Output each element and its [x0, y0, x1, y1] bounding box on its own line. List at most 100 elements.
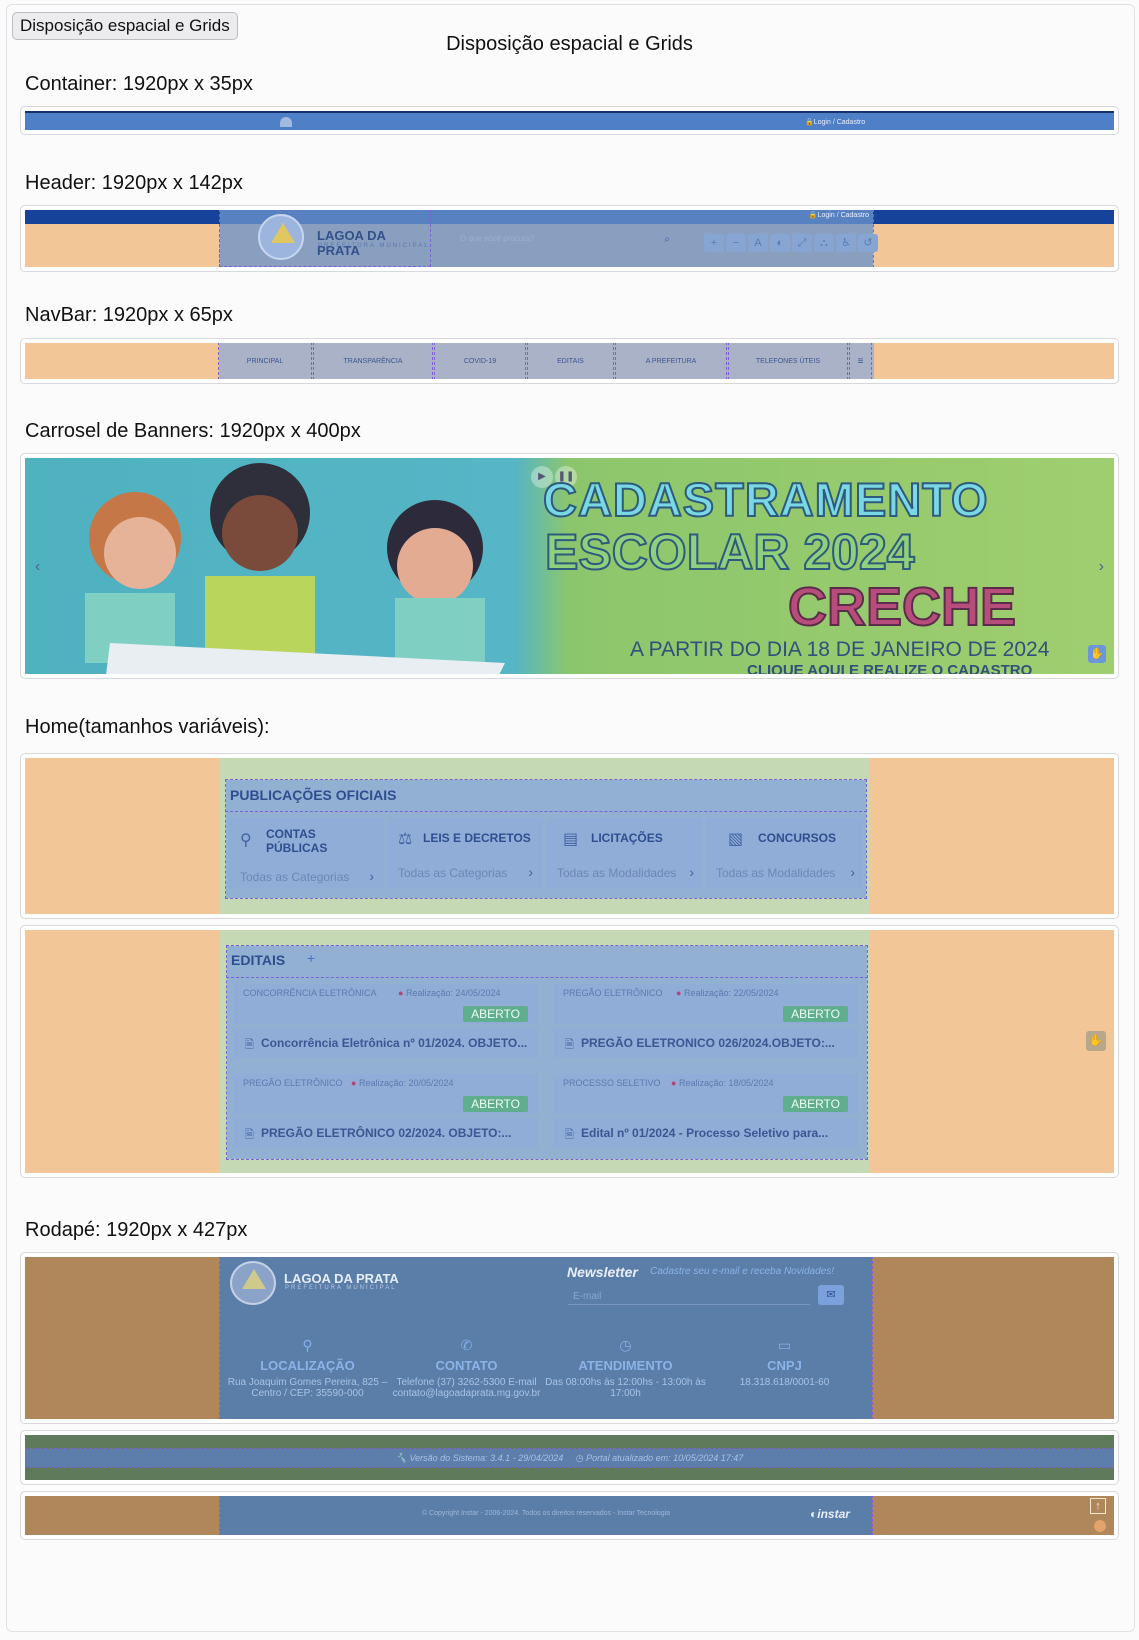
document-icon: ▤	[563, 831, 579, 848]
footer-main-preview: LAGOA DA PRATA PREFEITURA MUNICIPAL News…	[25, 1257, 1114, 1419]
font-decrease-icon[interactable]: −	[726, 234, 746, 252]
login-link[interactable]: Login	[814, 119, 831, 126]
footer-crest-logo	[230, 1261, 276, 1305]
banner-slide[interactable]: ▶ ❚❚ CADASTRAMENTO ESCOLAR 2024 CRECHE A…	[25, 458, 1114, 674]
page-title: Disposição espacial e Grids	[446, 33, 693, 55]
status-dot-icon: ●	[676, 988, 682, 998]
footer-copyright-frame: © Copyright Instar - 2006-2024. Todos os…	[20, 1491, 1119, 1540]
link-todas-categorias[interactable]: Todas as Categorias	[240, 870, 349, 884]
envelope-icon: ✉	[826, 1289, 836, 1301]
header-grid-column: 🔒Login / Cadastro LAGOA DA PRATA PREFEIT…	[219, 210, 878, 267]
banner-children-illustration	[85, 463, 505, 674]
accessibility-icon[interactable]: ♿	[836, 234, 856, 252]
editais-panel: EDITAIS + CONCORRÊNCIA ELETRÔNICA ● Real…	[226, 945, 868, 1160]
footer-version-bar: 🔧 Versão do Sistema: 3.4.1 - 29/04/2024 …	[25, 1448, 1114, 1468]
crest-triangle-icon	[242, 1269, 266, 1289]
chevron-right-icon: ›	[689, 864, 694, 880]
navbar-preview: PRINCIPAL TRANSPARÊNCIA COVID-19 EDITAIS…	[25, 343, 1114, 379]
header-brand-sub: PREFEITURA MUNICIPAL	[318, 243, 430, 249]
edital-link[interactable]: 🗎 PREGÃO ELETRÔNICO 02/2024. OBJETO:...	[233, 1118, 538, 1148]
link-todas-modalidades[interactable]: Todas as Modalidades	[557, 866, 676, 880]
status-badge: ABERTO	[783, 1006, 848, 1022]
font-reset-icon[interactable]: A	[748, 234, 768, 252]
add-edital-button[interactable]: +	[307, 950, 315, 966]
publicacoes-grid-column: PUBLICAÇÕES OFICIAIS ⚲ CONTAS PÚBLICAS T…	[220, 758, 870, 914]
navbar-frame: PRINCIPAL TRANSPARÊNCIA COVID-19 EDITAIS…	[20, 338, 1119, 384]
nav-item-telefones[interactable]: TELEFONES ÚTEIS	[728, 343, 848, 379]
crest-triangle-icon	[271, 223, 295, 243]
banner-line-1: CADASTRAMENTO	[542, 472, 989, 527]
card-licitacoes[interactable]: ▤ LICITAÇÕES Todas as Modalidades ›	[547, 818, 702, 888]
cadastro-link[interactable]: Cadastro	[837, 119, 865, 126]
id-card-icon: ▭	[777, 1337, 792, 1353]
footer-cnpj: ▭ CNPJ 18.318.618/0001-60	[702, 1337, 867, 1388]
publicacoes-title: PUBLICAÇÕES OFICIAIS	[230, 787, 397, 803]
carousel-prev-icon[interactable]: ‹	[35, 558, 40, 576]
chevron-right-icon: ›	[369, 868, 374, 884]
instar-logo[interactable]: ◐instar	[810, 1507, 850, 1521]
logo-peek-icon	[280, 117, 292, 127]
edital-item[interactable]: PREGÃO ELETRÔNICO ● Realização: 22/05/20…	[553, 984, 858, 1024]
copyright-text: © Copyright Instar - 2006-2024. Todos os…	[421, 1510, 671, 1517]
card-contas-publicas[interactable]: ⚲ CONTAS PÚBLICAS Todas as Categorias ›	[228, 818, 384, 888]
banner-line-3: CRECHE	[787, 576, 1017, 638]
file-icon: 🗎	[565, 1129, 574, 1141]
edital-link[interactable]: 🗎 Edital nº 01/2024 - Processo Seletivo …	[553, 1118, 858, 1148]
newsletter-email-input[interactable]: E-mail	[568, 1285, 810, 1305]
section-label-container: Container: 1920px x 35px	[25, 73, 253, 95]
menu-icon[interactable]: ≡	[849, 343, 872, 379]
footer-brand-sub: PREFEITURA MUNICIPAL	[285, 1285, 397, 1291]
status-dot-icon: ●	[351, 1078, 357, 1088]
editais-frame: EDITAIS + CONCORRÊNCIA ELETRÔNICA ● Real…	[20, 925, 1119, 1178]
wrench-icon: 🔧	[395, 1453, 407, 1463]
footer-localizacao: ⚲ LOCALIZAÇÃO Rua Joaquim Gomes Pereira,…	[225, 1337, 390, 1399]
nav-item-editais[interactable]: EDITAIS	[527, 343, 614, 379]
file-icon: 🗎	[565, 1039, 574, 1051]
newsletter-submit-button[interactable]: ✉	[818, 1285, 844, 1305]
status-badge: ABERTO	[463, 1096, 528, 1112]
carousel-next-icon[interactable]: ›	[1099, 558, 1104, 576]
banner-line-5: CLIQUE AQUI E REALIZE O CADASTRO	[747, 662, 1033, 674]
font-increase-icon[interactable]: +	[704, 234, 724, 252]
edital-item[interactable]: PREGÃO ELETRÔNICO ● Realização: 20/05/20…	[233, 1074, 538, 1114]
container-frame: 🔒Login / Cadastro	[20, 106, 1119, 135]
gavel-icon: ⚖	[398, 831, 413, 848]
section-label-home: Home(tamanhos variáveis):	[25, 716, 270, 738]
nav-item-prefeitura[interactable]: A PREFEITURA	[615, 343, 727, 379]
vlibras-icon[interactable]: ✋	[1088, 645, 1106, 663]
edital-link[interactable]: 🗎 PREGÃO ELETRONICO 026/2024.OBJETO:...	[553, 1028, 858, 1058]
certificate-icon: ▧	[728, 831, 744, 848]
city-crest-logo	[258, 214, 304, 260]
reset-icon[interactable]: ↺	[858, 234, 878, 252]
edital-item[interactable]: PROCESSO SELETIVO ● Realização: 18/05/20…	[553, 1074, 858, 1114]
link-todas-modalidades[interactable]: Todas as Modalidades	[716, 866, 835, 880]
editais-preview: EDITAIS + CONCORRÊNCIA ELETRÔNICA ● Real…	[25, 930, 1114, 1173]
container-bar: 🔒Login / Cadastro	[25, 111, 1114, 130]
publicacoes-preview: PUBLICAÇÕES OFICIAIS ⚲ CONTAS PÚBLICAS T…	[25, 758, 1114, 914]
card-leis-decretos[interactable]: ⚖ LEIS E DECRETOS Todas as Categorias ›	[388, 818, 543, 888]
fullscreen-icon[interactable]: ⤢	[792, 234, 812, 252]
newsletter-subtitle: Cadastre seu e-mail e receba Novidades!	[650, 1266, 834, 1277]
header-login-link[interactable]: Login	[818, 212, 835, 219]
cookie-icon[interactable]	[1094, 1520, 1106, 1532]
header-preview: 🔒Login / Cadastro LAGOA DA PRATA PREFEIT…	[25, 210, 1114, 267]
nav-item-principal[interactable]: PRINCIPAL	[218, 343, 312, 379]
link-todas-categorias[interactable]: Todas as Categorias	[398, 866, 507, 880]
status-badge: ABERTO	[463, 1006, 528, 1022]
header-cadastro-link[interactable]: Cadastro	[841, 212, 869, 219]
nav-item-covid[interactable]: COVID-19	[434, 343, 526, 379]
status-dot-icon: ●	[398, 988, 404, 998]
back-to-top-icon[interactable]: ↑	[1090, 1498, 1106, 1514]
edital-link[interactable]: 🗎 Concorrência Eletrônica nº 01/2024. OB…	[233, 1028, 538, 1058]
nav-item-transparencia[interactable]: TRANSPARÊNCIA	[313, 343, 433, 379]
contrast-icon[interactable]: ◐	[770, 234, 790, 252]
footer-brand: LAGOA DA PRATA	[284, 1271, 399, 1286]
header-search-input[interactable]: O que você procura? ⌕	[460, 234, 670, 250]
header-logo-area: LAGOA DA PRATA PREFEITURA MUNICIPAL	[219, 210, 431, 267]
sitemap-icon[interactable]: ⛬	[814, 234, 834, 252]
edital-item[interactable]: CONCORRÊNCIA ELETRÔNICA ● Realização: 24…	[233, 984, 538, 1024]
vlibras-icon[interactable]: ✋	[1086, 1031, 1106, 1051]
search-icon[interactable]: ⌕	[664, 234, 670, 245]
file-icon: 🗎	[245, 1129, 254, 1141]
card-concursos[interactable]: ▧ CONCURSOS Todas as Modalidades ›	[706, 818, 863, 888]
